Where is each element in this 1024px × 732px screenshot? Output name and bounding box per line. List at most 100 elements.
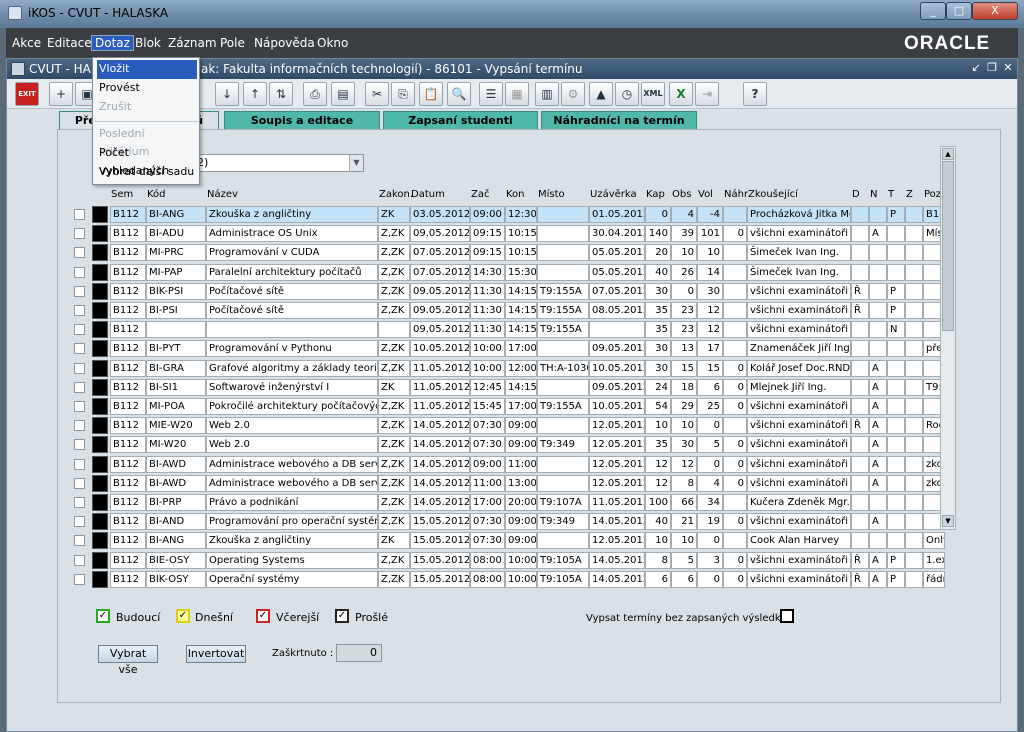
- invert-button[interactable]: Invertovat: [186, 645, 246, 663]
- cell-kap[interactable]: 30: [645, 282, 671, 300]
- cell-misto[interactable]: [537, 378, 589, 396]
- cell-datum[interactable]: 15.05.2012: [410, 551, 470, 569]
- cell-zakon[interactable]: Z,ZK: [378, 417, 410, 435]
- cell-obs[interactable]: 15: [671, 359, 697, 377]
- vertical-scrollbar[interactable]: ▲ ▼: [940, 146, 956, 530]
- cell-z[interactable]: [905, 206, 923, 223]
- cell-vol[interactable]: 12: [697, 302, 723, 319]
- chevron-down-icon[interactable]: ▼: [349, 155, 363, 171]
- cell-uzaverka[interactable]: 11.05.2012: [589, 494, 645, 511]
- cell-kap[interactable]: 100: [645, 494, 671, 511]
- row-checkbox[interactable]: [74, 497, 85, 508]
- cell-nazev[interactable]: Zkouška z angličtiny: [206, 206, 378, 223]
- cell-kod[interactable]: BI-ADU: [146, 225, 206, 243]
- cell-z[interactable]: [905, 474, 923, 492]
- tab-zapsani[interactable]: Zapsaní studenti: [383, 111, 538, 130]
- cell-nazev[interactable]: Programování pro operační systém A: [206, 513, 378, 531]
- cell-d[interactable]: Ř: [851, 302, 869, 319]
- cell-uzaverka[interactable]: 07.05.2012: [589, 282, 645, 300]
- cell-datum[interactable]: 15.05.2012: [410, 513, 470, 531]
- cell-misto[interactable]: [537, 340, 589, 358]
- row-checkbox[interactable]: [74, 228, 85, 240]
- cell-t[interactable]: P: [887, 302, 905, 319]
- cell-zakon[interactable]: Z,ZK: [378, 225, 410, 243]
- cell-obs[interactable]: 8: [671, 474, 697, 492]
- cell-z[interactable]: [905, 378, 923, 396]
- cell-n[interactable]: [869, 206, 887, 223]
- cell-d[interactable]: [851, 532, 869, 550]
- cell-vol[interactable]: 15: [697, 359, 723, 377]
- cell-nazev[interactable]: Programování v CUDA: [206, 244, 378, 262]
- row-checkbox[interactable]: [74, 535, 85, 547]
- cell-sem[interactable]: B112: [110, 263, 146, 281]
- cell-nahr[interactable]: [723, 321, 747, 339]
- cell-nahr[interactable]: 0: [723, 513, 747, 531]
- cell-kod[interactable]: MI-PRC: [146, 244, 206, 262]
- close-button[interactable]: X: [972, 2, 1018, 20]
- cell-obs[interactable]: 21: [671, 513, 697, 531]
- cell-nazev[interactable]: Administrace OS Unix: [206, 225, 378, 243]
- cell-t[interactable]: [887, 417, 905, 435]
- cell-zakon[interactable]: ZK: [378, 206, 410, 223]
- cell-nahr[interactable]: 0: [723, 570, 747, 588]
- cell-t[interactable]: [887, 244, 905, 262]
- calc-icon[interactable]: ▥: [535, 82, 559, 106]
- cell-vol[interactable]: 6: [697, 378, 723, 396]
- cell-vol[interactable]: 14: [697, 263, 723, 281]
- cell-obs[interactable]: 10: [671, 417, 697, 435]
- cell-sem[interactable]: B112: [110, 455, 146, 473]
- cell-vol[interactable]: 19: [697, 513, 723, 531]
- cell-z[interactable]: [905, 225, 923, 243]
- cell-kod[interactable]: BI-GRA: [146, 359, 206, 377]
- menu-item-vybrat-dalsi-sadu[interactable]: Vybrat další sadu: [97, 163, 197, 182]
- cell-nahr[interactable]: [723, 282, 747, 300]
- cell-zakon[interactable]: Z,ZK: [378, 263, 410, 281]
- cell-sem[interactable]: B112: [110, 321, 146, 339]
- cell-datum[interactable]: 03.05.2012: [410, 206, 470, 223]
- cell-t[interactable]: P: [887, 551, 905, 569]
- cell-zkousejici[interactable]: Mlejnek Jiří Ing.: [747, 378, 851, 396]
- cell-kap[interactable]: 35: [645, 321, 671, 339]
- cell-vol[interactable]: 12: [697, 321, 723, 339]
- cell-zac[interactable]: 11:30: [470, 302, 505, 319]
- tab-nahradnici[interactable]: Náhradníci na termín: [541, 111, 697, 130]
- cell-zakon[interactable]: Z,ZK: [378, 494, 410, 511]
- exit-icon[interactable]: EXIT: [15, 82, 39, 106]
- cell-zkousejici[interactable]: všichni examinátoři př: [747, 398, 851, 415]
- cell-n[interactable]: [869, 244, 887, 262]
- cell-t[interactable]: [887, 359, 905, 377]
- cell-sem[interactable]: B112: [110, 225, 146, 243]
- cell-uzaverka[interactable]: 12.05.2012: [589, 417, 645, 435]
- cell-zkousejici[interactable]: všichni examinátoři př: [747, 570, 851, 588]
- cell-misto[interactable]: [537, 206, 589, 223]
- cell-kod[interactable]: [146, 321, 206, 339]
- cell-kap[interactable]: 30: [645, 340, 671, 358]
- menu-blok[interactable]: Blok: [135, 36, 161, 50]
- cell-zac[interactable]: 09:00: [470, 206, 505, 223]
- cell-vol[interactable]: 0: [697, 570, 723, 588]
- cell-datum[interactable]: 14.05.2012: [410, 436, 470, 454]
- cell-zkousejici[interactable]: Cook Alan Harvey: [747, 532, 851, 550]
- report-icon[interactable]: ▤: [331, 82, 355, 106]
- cell-t[interactable]: [887, 513, 905, 531]
- unsubmitted-checkbox[interactable]: [780, 609, 794, 623]
- cell-kod[interactable]: BIK-OSY: [146, 570, 206, 588]
- cell-z[interactable]: [905, 244, 923, 262]
- cell-n[interactable]: [869, 340, 887, 358]
- cell-zkousejici[interactable]: všichni examinátoři př: [747, 474, 851, 492]
- cell-sem[interactable]: B112: [110, 532, 146, 550]
- cell-nahr[interactable]: [723, 340, 747, 358]
- row-checkbox[interactable]: [74, 401, 85, 412]
- cell-nahr[interactable]: [723, 206, 747, 223]
- menu-zaznam[interactable]: Záznam: [168, 36, 217, 50]
- cell-sem[interactable]: B112: [110, 378, 146, 396]
- cell-zakon[interactable]: Z,ZK: [378, 455, 410, 473]
- cell-kon[interactable]: 10:00: [505, 551, 537, 569]
- cell-nahr[interactable]: 0: [723, 398, 747, 415]
- find-icon[interactable]: 🔍: [447, 82, 471, 106]
- cell-kon[interactable]: 09:00: [505, 513, 537, 531]
- cell-kon[interactable]: 11:00: [505, 455, 537, 473]
- cell-kon[interactable]: 14:15: [505, 302, 537, 319]
- cell-zkousejici[interactable]: všichni examinátoři př: [747, 455, 851, 473]
- menu-item-vlozit[interactable]: Vložit: [96, 59, 198, 80]
